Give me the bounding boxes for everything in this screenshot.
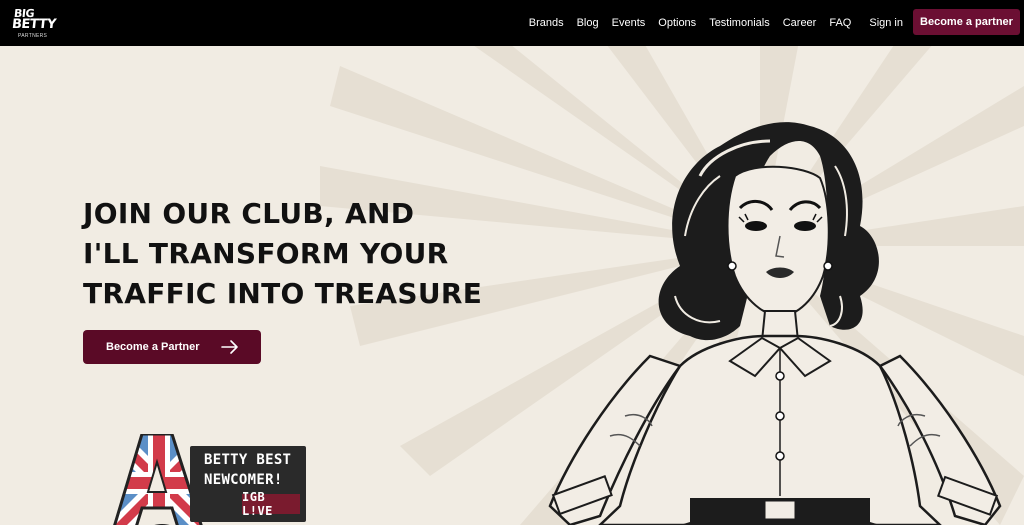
badge-panel: BETTY BEST NEWCOMER! IGB L!VE: [190, 446, 306, 522]
become-partner-hero-button[interactable]: Become a Partner: [83, 330, 261, 364]
award-badge: BETTY BEST NEWCOMER! IGB L!VE: [112, 434, 312, 525]
top-navbar: BIG BETTY PARTNERS Brands Blog Events Op…: [0, 0, 1024, 46]
badge-line-1: BETTY BEST: [204, 452, 292, 468]
headline-line-3: TRAFFIC INTO TREASURE: [83, 277, 483, 310]
logo-line-2: BETTY: [11, 17, 57, 32]
nav-link-blog[interactable]: Blog: [577, 17, 599, 29]
nav-links: Brands Blog Events Options Testimonials …: [516, 0, 903, 46]
nav-link-testimonials[interactable]: Testimonials: [709, 17, 770, 29]
betty-illustration: [548, 122, 1002, 525]
sign-in-link[interactable]: Sign in: [869, 17, 903, 29]
nav-link-events[interactable]: Events: [612, 17, 646, 29]
hero-button-label: Become a Partner: [106, 341, 200, 353]
become-partner-nav-button[interactable]: Become a partner: [913, 9, 1020, 35]
badge-tag: IGB L!VE: [242, 490, 300, 518]
nav-link-faq[interactable]: FAQ: [829, 17, 851, 29]
logo-line-3: PARTNERS: [18, 33, 48, 39]
headline-line-2: I'LL TRANSFORM YOUR: [83, 237, 449, 270]
nav-link-options[interactable]: Options: [658, 17, 696, 29]
hero-headline: JOIN OUR CLUB, AND I'LL TRANSFORM YOUR T…: [83, 194, 482, 314]
nav-link-career[interactable]: Career: [783, 17, 817, 29]
arrow-right-icon: [221, 340, 238, 354]
headline-line-1: JOIN OUR CLUB, AND: [83, 197, 415, 230]
brand-logo[interactable]: BIG BETTY PARTNERS: [11, 7, 58, 39]
badge-line-2: NEWCOMER!: [204, 472, 283, 488]
nav-link-brands[interactable]: Brands: [529, 17, 564, 29]
hero-section: JOIN OUR CLUB, AND I'LL TRANSFORM YOUR T…: [0, 46, 1024, 525]
